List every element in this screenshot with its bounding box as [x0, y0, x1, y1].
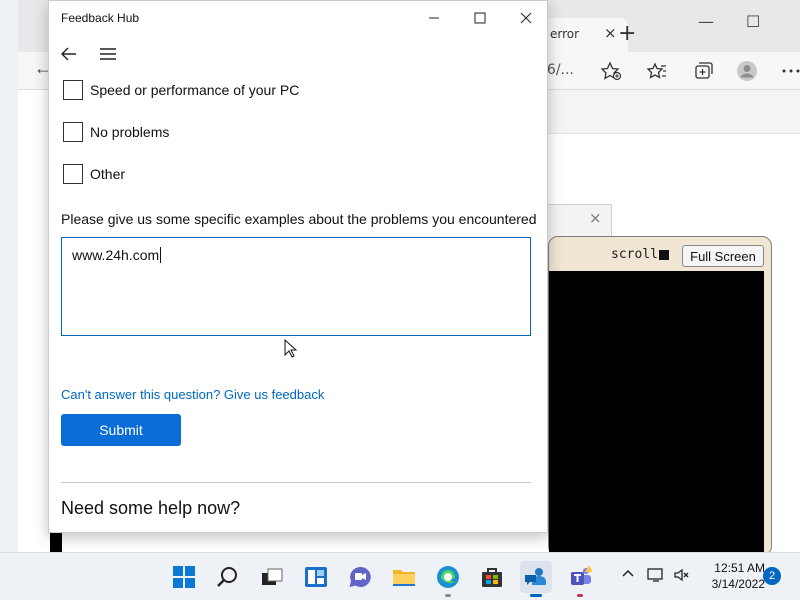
- volume-muted-icon[interactable]: [673, 567, 691, 588]
- maximize-icon[interactable]: [457, 3, 503, 33]
- help-heading: Need some help now?: [61, 498, 241, 518]
- feedback-hub-window: Feedback Hub Speed or performance of you…: [48, 0, 548, 533]
- checkbox-option-no-problems[interactable]: No problems: [63, 121, 169, 143]
- profile-avatar-icon[interactable]: [736, 60, 758, 82]
- file-explorer-icon[interactable]: [388, 561, 420, 593]
- checkbox-label: Speed or performance of your PC: [90, 82, 300, 98]
- active-indicator: [530, 594, 542, 597]
- submit-button[interactable]: Submit: [61, 414, 181, 446]
- hamburger-menu-icon[interactable]: [99, 46, 117, 62]
- terminal-window: scroll Full Screen: [548, 236, 772, 557]
- full-screen-button[interactable]: Full Screen: [682, 245, 764, 267]
- browser-tab[interactable]: error ×: [538, 18, 628, 52]
- close-icon[interactable]: [503, 3, 549, 33]
- chevron-up-icon[interactable]: [621, 567, 635, 586]
- task-view-icon[interactable]: [256, 561, 288, 593]
- page-header-area: [548, 90, 800, 134]
- edge-icon[interactable]: [432, 561, 464, 597]
- give-feedback-link[interactable]: Can't answer this question? Give us feed…: [61, 387, 324, 402]
- textarea-value: www.24h.com: [72, 247, 162, 263]
- tab-close-icon[interactable]: ×: [604, 24, 617, 42]
- app-title: Feedback Hub: [61, 11, 140, 25]
- checkbox-label: No problems: [90, 124, 170, 140]
- question-text: Please give us some specific examples ab…: [61, 211, 537, 227]
- checkbox[interactable]: [63, 80, 83, 100]
- divider: [61, 482, 531, 483]
- favorites-icon[interactable]: [646, 60, 668, 82]
- teams-chat-icon[interactable]: [344, 561, 376, 593]
- more-options-icon[interactable]: [780, 60, 800, 82]
- clock-time: 12:51 AM: [714, 561, 765, 575]
- add-favorite-icon[interactable]: [600, 60, 622, 82]
- terminal-screen[interactable]: [549, 271, 764, 557]
- running-indicator: [577, 594, 583, 597]
- back-arrow-icon[interactable]: [59, 44, 79, 64]
- system-clock[interactable]: 12:51 AM 3/14/2022: [695, 560, 765, 592]
- checkbox-option-other[interactable]: Other: [63, 163, 125, 185]
- new-tab-button[interactable]: +: [618, 21, 636, 46]
- store-icon[interactable]: [476, 561, 508, 593]
- collections-icon[interactable]: [692, 60, 714, 82]
- examples-textarea[interactable]: www.24h.com: [61, 237, 531, 336]
- checkbox-option-speed[interactable]: Speed or performance of your PC: [63, 79, 299, 101]
- search-icon[interactable]: [212, 561, 244, 593]
- mouse-pointer-icon: [284, 339, 298, 358]
- terminal-title: scroll: [611, 247, 658, 262]
- checkbox[interactable]: [63, 164, 83, 184]
- notification-badge[interactable]: 2: [763, 567, 781, 585]
- minimize-icon[interactable]: [411, 3, 457, 33]
- network-icon[interactable]: [647, 567, 665, 588]
- feedback-hub-taskbar-icon[interactable]: [520, 561, 552, 597]
- widgets-icon[interactable]: [300, 561, 332, 593]
- running-indicator: [445, 594, 451, 597]
- checkbox[interactable]: [63, 122, 83, 142]
- terminal-screen-edge: [50, 531, 62, 552]
- browser-tab-title: error: [550, 27, 580, 41]
- start-icon[interactable]: [168, 561, 200, 593]
- terminal-square-icon: [659, 250, 669, 260]
- minimize-icon[interactable]: —: [698, 12, 714, 31]
- taskbar: [0, 552, 800, 600]
- text-caret: [160, 247, 162, 263]
- teams-icon[interactable]: [564, 561, 596, 597]
- checkbox-label: Other: [90, 166, 126, 182]
- clock-date: 3/14/2022: [711, 577, 765, 591]
- dialog-close-icon[interactable]: ×: [589, 209, 602, 227]
- maximize-icon[interactable]: ☐: [746, 12, 760, 31]
- title-bar[interactable]: Feedback Hub: [49, 1, 547, 35]
